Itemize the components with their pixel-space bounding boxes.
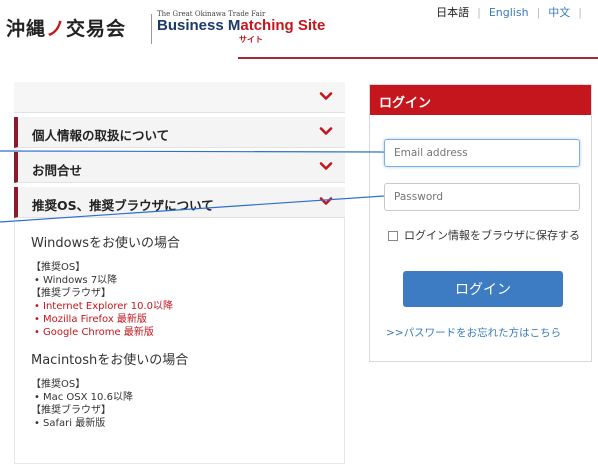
mac-browser-heading: 【推奨ブラウザ】 [31,405,111,416]
chevron-down-icon [319,162,333,170]
list-item: Google Chrome 最新版 [31,326,328,339]
lang-separator: | [536,6,541,19]
accordion-item-contact[interactable]: お問合せ [14,152,345,183]
site-header: 沖縄ノ交易会 The Great Okinawa Trade Fair Busi… [0,0,598,60]
password-field[interactable] [384,183,580,211]
email-field[interactable] [384,139,580,167]
list-item: Safari 最新版 [31,417,328,430]
chevron-down-icon [319,92,333,100]
logo-site: サイト [239,35,263,44]
list-item: Mac OSX 10.6以降 [31,391,328,404]
login-box: ログイン ログイン情報をブラウザに保存する ログイン >>パスワードをお忘れた方… [369,84,592,362]
logo-title: Business Matching Site [157,18,325,34]
login-button[interactable]: ログイン [403,271,563,307]
remember-label: ログイン情報をブラウザに保存する [404,229,580,242]
info-accordion: 個人情報の取扱について お問合せ 推奨OS、推奨ブラウザについて Windows… [14,82,345,464]
logo-title-prefix: Business M [157,17,241,34]
list-item: Windows 7以降 [31,274,328,287]
accordion-body-recommended: Windowsをお使いの場合 【推奨OS】 Windows 7以降 【推奨ブラウ… [14,218,345,464]
mac-os-heading: 【推奨OS】 [31,379,86,390]
accordion-label: 推奨OS、推奨ブラウザについて [32,198,214,213]
win-browser-heading: 【推奨ブラウザ】 [31,288,111,299]
accordion-label: お問合せ [32,163,83,178]
lang-separator: | [477,6,481,19]
windows-section-title: Windowsをお使いの場合 [31,236,181,251]
logo-divider [151,14,152,44]
accordion-item-top[interactable] [14,82,345,113]
list-item: Mozilla Firefox 最新版 [31,313,328,326]
lang-japanese[interactable]: 日本語 [436,4,469,20]
lang-separator: | [578,6,582,19]
logo-kanji-tail: 交易会 [66,18,127,40]
login-title: ログイン [370,85,591,115]
lang-english[interactable]: English [489,6,529,19]
logo-english[interactable]: The Great Okinawa Trade Fair Business Ma… [157,10,325,45]
logo-title-accent: atching Site [240,17,326,34]
header-accent-line [238,57,598,59]
remember-me[interactable]: ログイン情報をブラウザに保存する [388,229,583,243]
logo-mark-icon: ノ [46,18,67,40]
lang-chinese[interactable]: 中文 [548,4,570,20]
logo-kanji[interactable]: 沖縄ノ交易会 [6,14,126,41]
mac-section-title: Macintoshをお使いの場合 [31,353,189,368]
accordion-item-privacy[interactable]: 個人情報の取扱について [14,117,345,148]
language-switcher: 日本語 | English | 中文 | [436,4,590,20]
logo-kanji-text: 沖縄 [6,18,47,40]
chevron-down-icon [319,197,333,205]
chevron-down-icon [319,127,333,135]
win-os-heading: 【推奨OS】 [31,262,86,273]
list-item: Internet Explorer 10.0以降 [31,300,328,313]
accordion-item-recommended[interactable]: 推奨OS、推奨ブラウザについて [14,187,345,218]
remember-checkbox[interactable] [388,231,398,241]
accordion-label: 個人情報の取扱について [32,128,170,143]
forgot-password-link[interactable]: >>パスワードをお忘れた方はこちら [386,325,561,340]
